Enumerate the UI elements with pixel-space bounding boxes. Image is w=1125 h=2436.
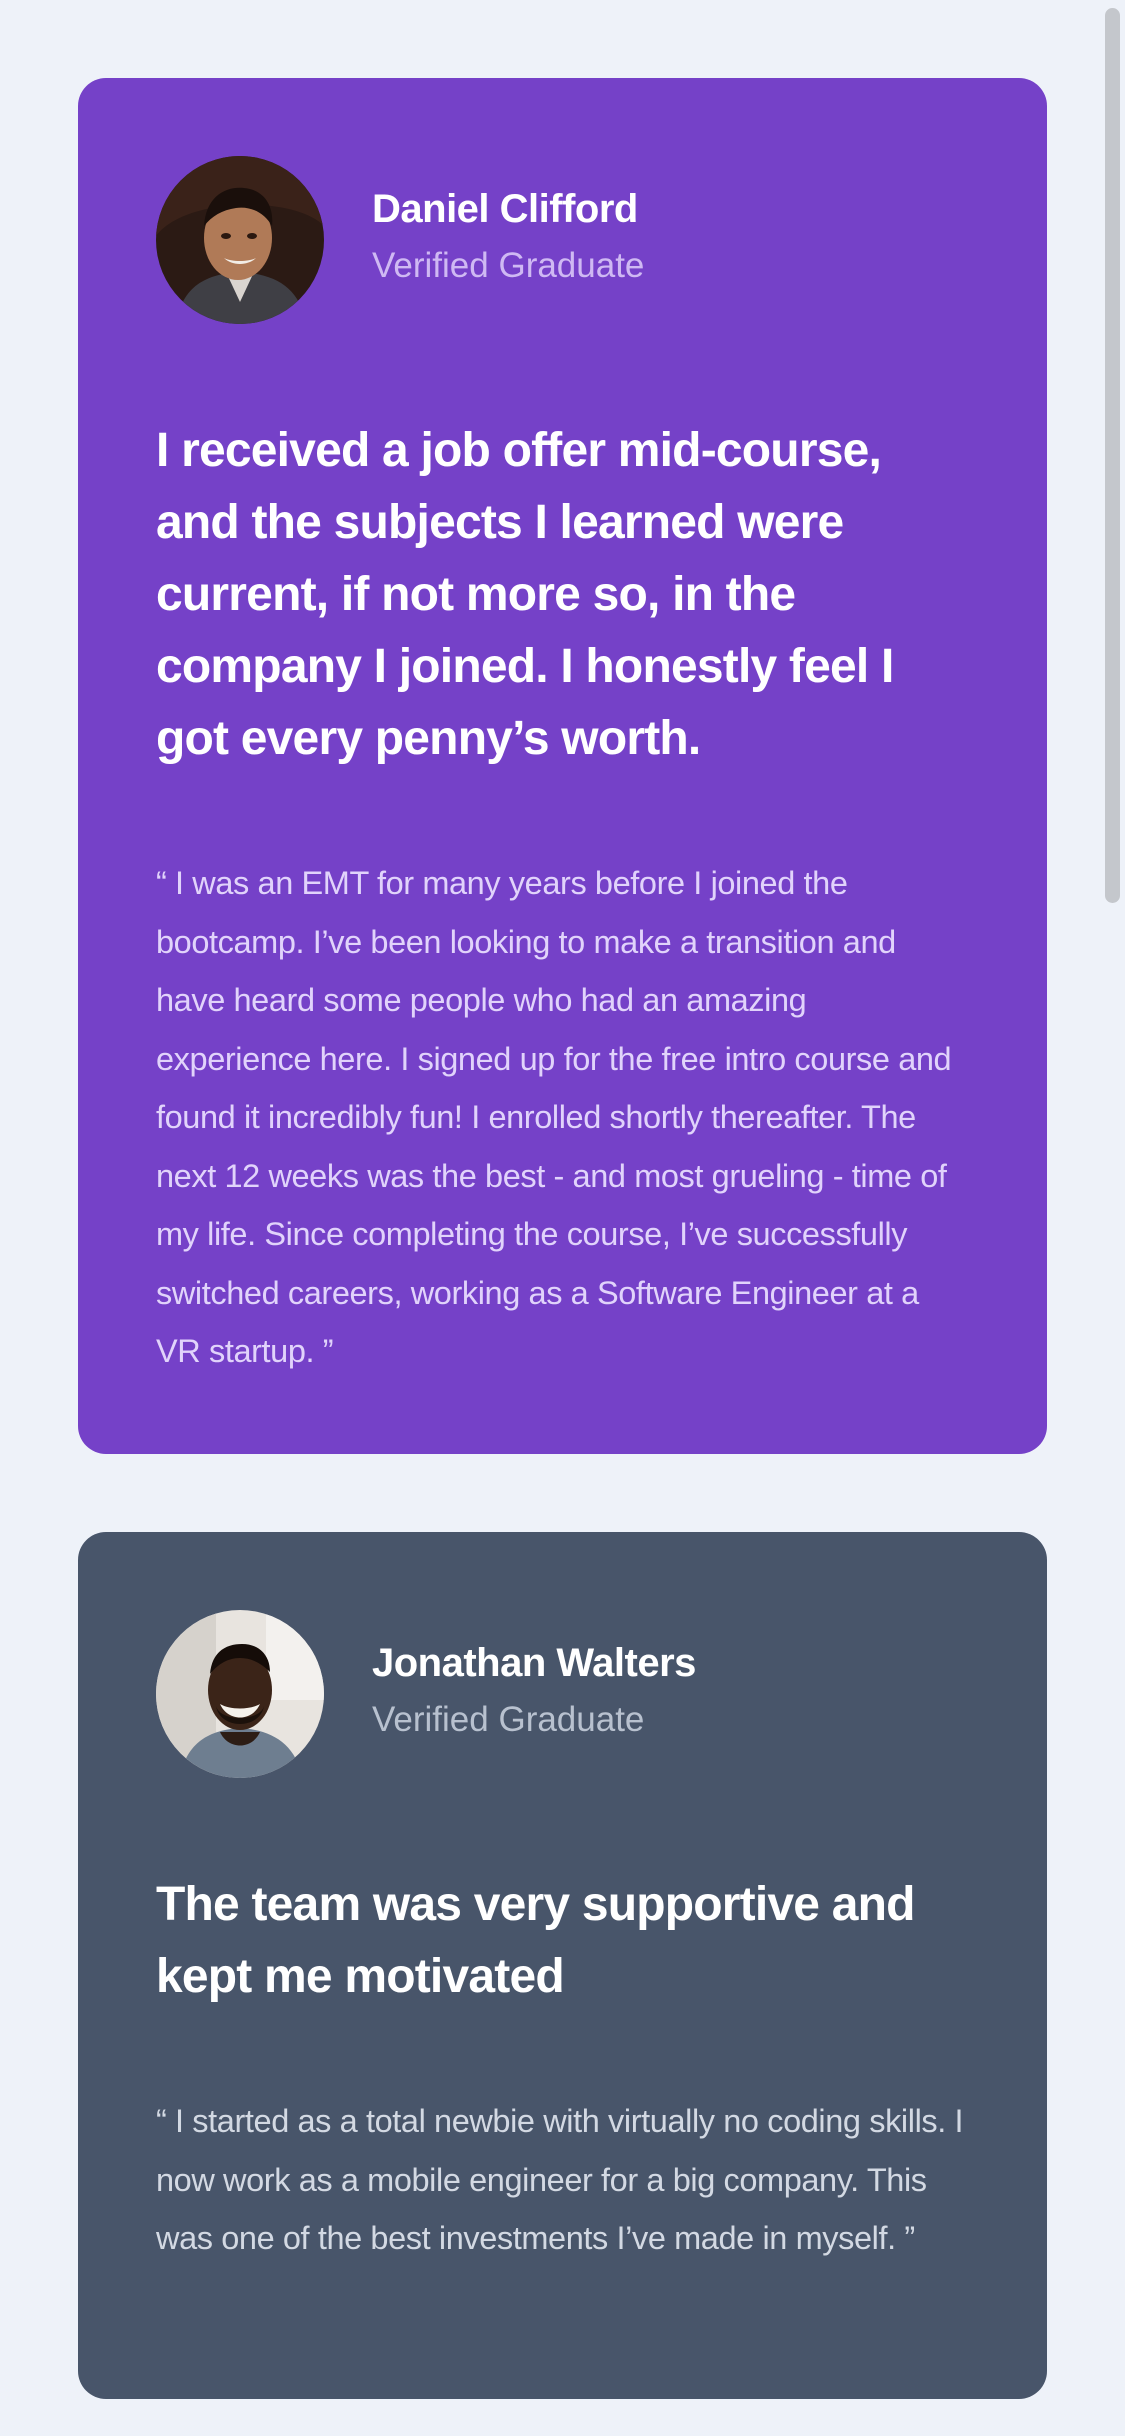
vertical-scrollbar[interactable] (1100, 0, 1125, 2436)
testimonial-quote: “ I was an EMT for many years before I j… (156, 865, 952, 1369)
avatar (156, 156, 324, 324)
jonathan-avatar-image (156, 1610, 324, 1778)
author-role: Verified Graduate (372, 1700, 645, 1739)
testimonial-card-jonathan: Jonathan Walters Verified Graduate The t… (78, 1532, 1047, 2399)
author-role: Verified Graduate (372, 246, 645, 285)
author-name: Daniel Clifford (372, 187, 638, 231)
testimonial-headline: The team was very supportive and kept me… (156, 1878, 915, 2003)
avatar (156, 1610, 324, 1778)
author-name: Jonathan Walters (372, 1641, 696, 1685)
author-info: Jonathan Walters Verified Graduate (156, 1610, 969, 1778)
testimonial-quote: “ I started as a total newbie with virtu… (156, 2103, 964, 2256)
scrollbar-thumb[interactable] (1105, 8, 1120, 903)
author-info: Daniel Clifford Verified Graduate (156, 156, 969, 324)
testimonials-page: Daniel Clifford Verified Graduate I rece… (0, 0, 1100, 2436)
testimonial-card-daniel: Daniel Clifford Verified Graduate I rece… (78, 78, 1047, 1454)
daniel-avatar-image (156, 156, 324, 324)
testimonial-headline: I received a job offer mid-course, and t… (156, 424, 894, 765)
